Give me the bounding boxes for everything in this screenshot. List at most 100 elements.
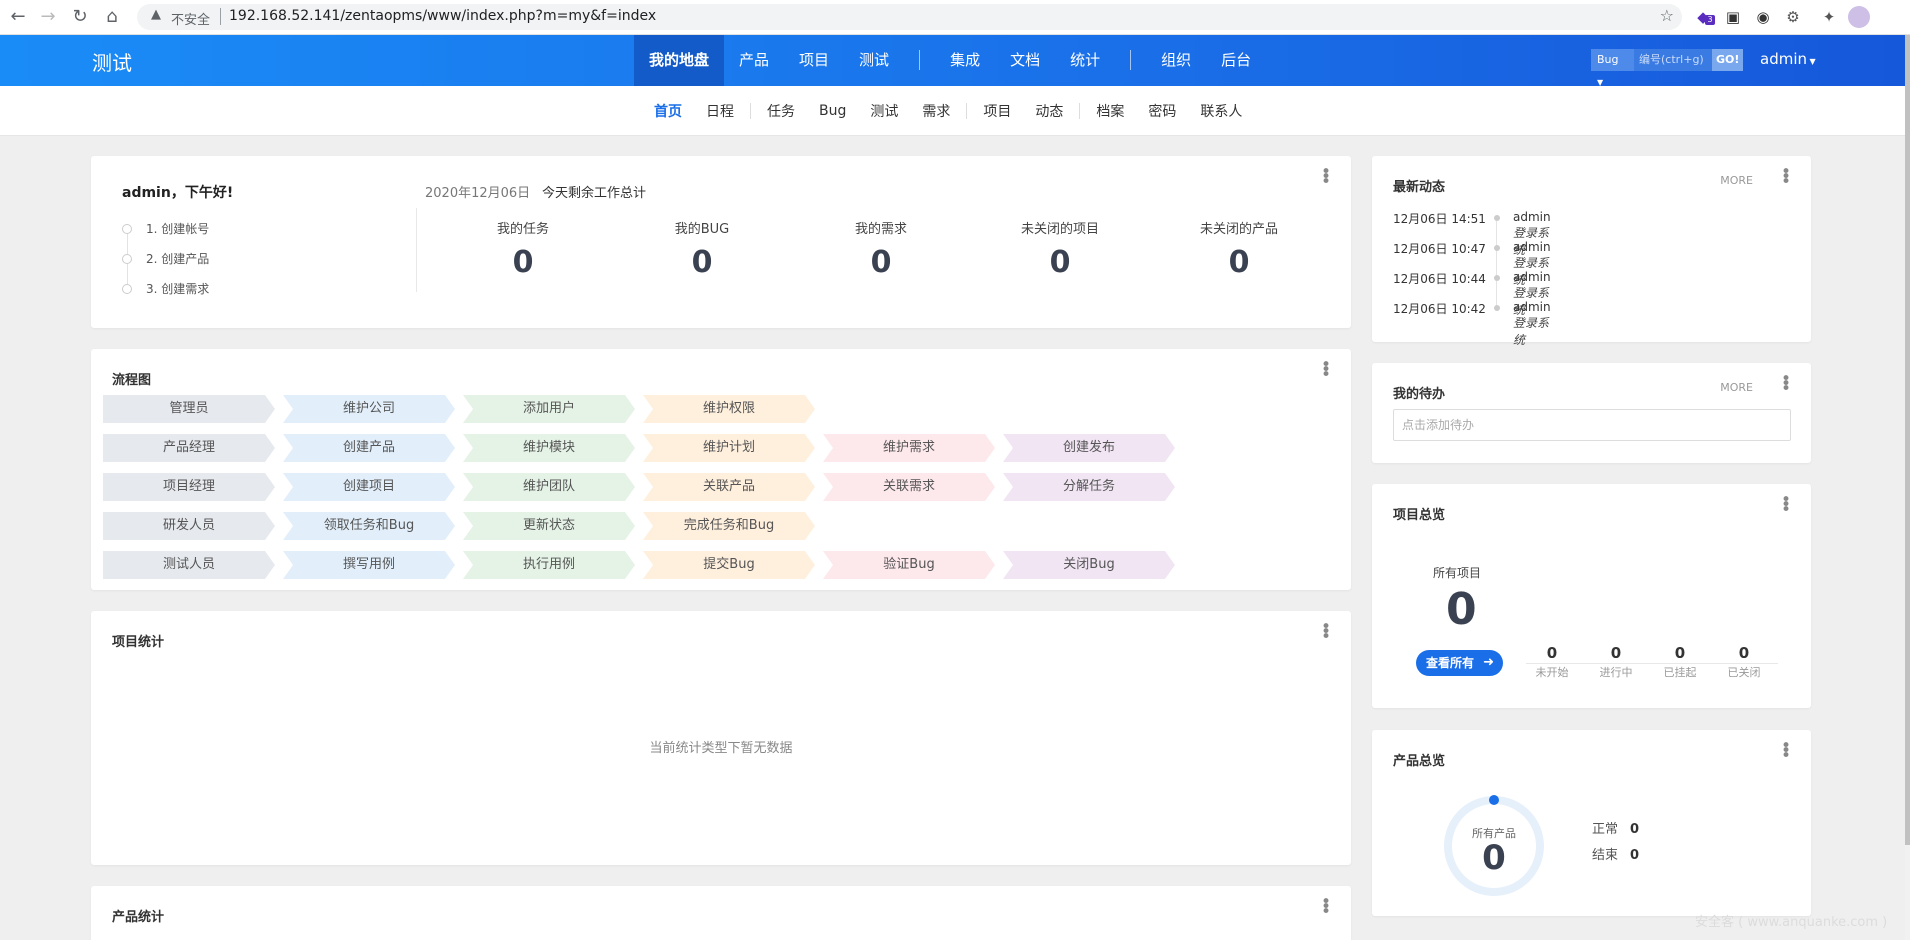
stat-open-project[interactable]: 未关闭的项目 0 [990,218,1130,280]
dynamic-action[interactable]: 登录系统 [1513,316,1549,347]
flow-step[interactable]: 维护公司 [283,395,455,423]
subnav-test[interactable]: 测试 [858,101,910,121]
search-input[interactable]: 编号(ctrl+g) [1634,49,1712,71]
flow-step[interactable]: 执行用例 [463,551,635,579]
flow-step[interactable]: 关联产品 [643,473,815,501]
view-all-button[interactable]: 查看所有 ➜ [1416,650,1503,676]
flow-step[interactable]: 维护需求 [823,434,995,462]
bookmark-star-icon[interactable]: ☆ [1660,6,1674,25]
more-link[interactable]: MORE [1720,174,1753,187]
project-stat-closed[interactable]: 0 已关闭 [1714,644,1774,680]
flow-step[interactable]: 维护模块 [463,434,635,462]
flow-step[interactable]: 创建发布 [1003,434,1175,462]
stat-my-bug[interactable]: 我的BUG 0 [632,218,772,280]
reload-icon[interactable]: ↻ [68,6,92,28]
stat-my-story[interactable]: 我的需求 0 [811,218,951,280]
subnav-calendar[interactable]: 日程 [694,101,746,121]
nav-doc[interactable]: 文档 [995,35,1055,86]
flow-step[interactable]: 完成任务和Bug [643,512,815,540]
extension-icon[interactable]: ◆ 3 [1692,6,1715,28]
flow-step[interactable]: 提交Bug [643,551,815,579]
browser-toolbar: ← → ↻ ⌂ ▲ 不安全 192.168.52.141/zentaopms/w… [0,0,1910,35]
search-go-button[interactable]: GO! [1712,49,1744,71]
tutorial-step[interactable]: 2. 创建产品 [122,252,209,284]
tutorial-step[interactable]: 1. 创建帐号 [122,222,209,254]
extension-icon[interactable]: ▣ [1722,6,1744,28]
gear-icon[interactable]: ⚙ [1782,6,1804,28]
project-stat-suspended[interactable]: 0 已挂起 [1650,644,1710,680]
subnav-home[interactable]: 首页 [642,101,694,121]
subnav-story[interactable]: 需求 [910,101,962,121]
app-brand[interactable]: 测试 [92,47,132,76]
more-options-icon[interactable]: • • • [1321,357,1331,384]
flow-step[interactable]: 更新状态 [463,512,635,540]
stat-open-product[interactable]: 未关闭的产品 0 [1169,218,1309,280]
flow-step[interactable]: 撰写用例 [283,551,455,579]
nav-test[interactable]: 测试 [844,35,904,86]
flow-step[interactable]: 关闭Bug [1003,551,1175,579]
nav-my[interactable]: 我的地盘 [634,35,725,86]
todo-input[interactable]: 点击添加待办 [1393,409,1791,441]
flow-step[interactable]: 验证Bug [823,551,995,579]
nav-product[interactable]: 产品 [724,35,784,86]
project-stat-doing[interactable]: 0 进行中 [1586,644,1646,680]
home-icon[interactable]: ⌂ [100,6,124,28]
address-bar[interactable]: ▲ 不安全 192.168.52.141/zentaopms/www/index… [137,4,1682,30]
subnav-contacts[interactable]: 联系人 [1188,101,1254,121]
more-options-icon[interactable]: • • • [1781,492,1791,519]
subnav-bug[interactable]: Bug [807,103,858,119]
tutorial-step[interactable]: 3. 创建需求 [122,282,209,312]
subnav-profile[interactable]: 档案 [1084,101,1136,121]
panel-title: 产品统计 [112,910,165,925]
stat-value: 0 [691,245,713,280]
nav-company[interactable]: 组织 [1146,35,1206,86]
nav-admin[interactable]: 后台 [1206,35,1266,86]
more-options-icon[interactable]: • • • [1781,164,1791,191]
nav-report[interactable]: 统计 [1055,35,1115,86]
flow-step[interactable]: 分解任务 [1003,473,1175,501]
extension-icon[interactable]: ◉ [1752,6,1774,28]
more-options-icon[interactable]: • • • [1321,164,1331,191]
forward-arrow-icon[interactable]: → [36,6,60,28]
flow-row: 管理员 维护公司 添加用户 维护权限 [103,395,823,423]
stat-value: 0 [1610,644,1622,662]
more-options-icon[interactable]: • • • [1321,894,1331,921]
flow-step[interactable]: 维护计划 [643,434,815,462]
project-overview-panel: 项目总览 • • • 所有项目 0 查看所有 ➜ 0 未开始 0 进行中 0 已挂起 0 已关… [1372,484,1811,708]
search-type-select[interactable]: Bug ▼ [1591,49,1634,87]
flow-row: 研发人员 领取任务和Bug 更新状态 完成任务和Bug [103,512,823,540]
url-text[interactable]: 192.168.52.141/zentaopms/www/index.php?m… [229,8,656,24]
todo-panel: 我的待办 MORE • • • 点击添加待办 [1372,363,1811,463]
nav-project[interactable]: 项目 [784,35,844,86]
flow-step[interactable]: 维护团队 [463,473,635,501]
flow-step[interactable]: 创建产品 [283,434,455,462]
stat-my-task[interactable]: 我的任务 0 [453,218,593,280]
subnav-project[interactable]: 项目 [971,101,1023,121]
user-menu[interactable]: admin ▼ [1760,50,1816,68]
panel-title: 我的待办 [1393,387,1446,402]
profile-avatar[interactable] [1848,6,1870,28]
flow-step[interactable]: 创建项目 [283,473,455,501]
security-label: 不安全 [171,13,211,28]
flow-step[interactable]: 关联需求 [823,473,995,501]
subnav-dynamic[interactable]: 动态 [1023,101,1075,121]
page-scrollbar[interactable] [1905,35,1910,940]
more-link[interactable]: MORE [1720,381,1753,394]
back-arrow-icon[interactable]: ← [6,6,30,28]
flow-step[interactable]: 添加用户 [463,395,635,423]
nav-ci[interactable]: 集成 [935,35,995,86]
timeline-dot [1494,305,1500,311]
more-options-icon[interactable]: • • • [1321,619,1331,646]
project-stat-wait[interactable]: 0 未开始 [1522,644,1582,680]
flow-step[interactable]: 领取任务和Bug [283,512,455,540]
flow-step[interactable]: 维护权限 [643,395,815,423]
step-dot [122,224,132,234]
step-dot [122,284,132,294]
more-options-icon[interactable]: • • • [1781,738,1791,765]
scrollbar-thumb[interactable] [1905,35,1910,845]
timeline-dot [1494,245,1500,251]
subnav-password[interactable]: 密码 [1136,101,1188,121]
puzzle-icon[interactable]: ✦ [1818,6,1840,28]
more-options-icon[interactable]: • • • [1781,371,1791,398]
subnav-task[interactable]: 任务 [755,101,807,121]
